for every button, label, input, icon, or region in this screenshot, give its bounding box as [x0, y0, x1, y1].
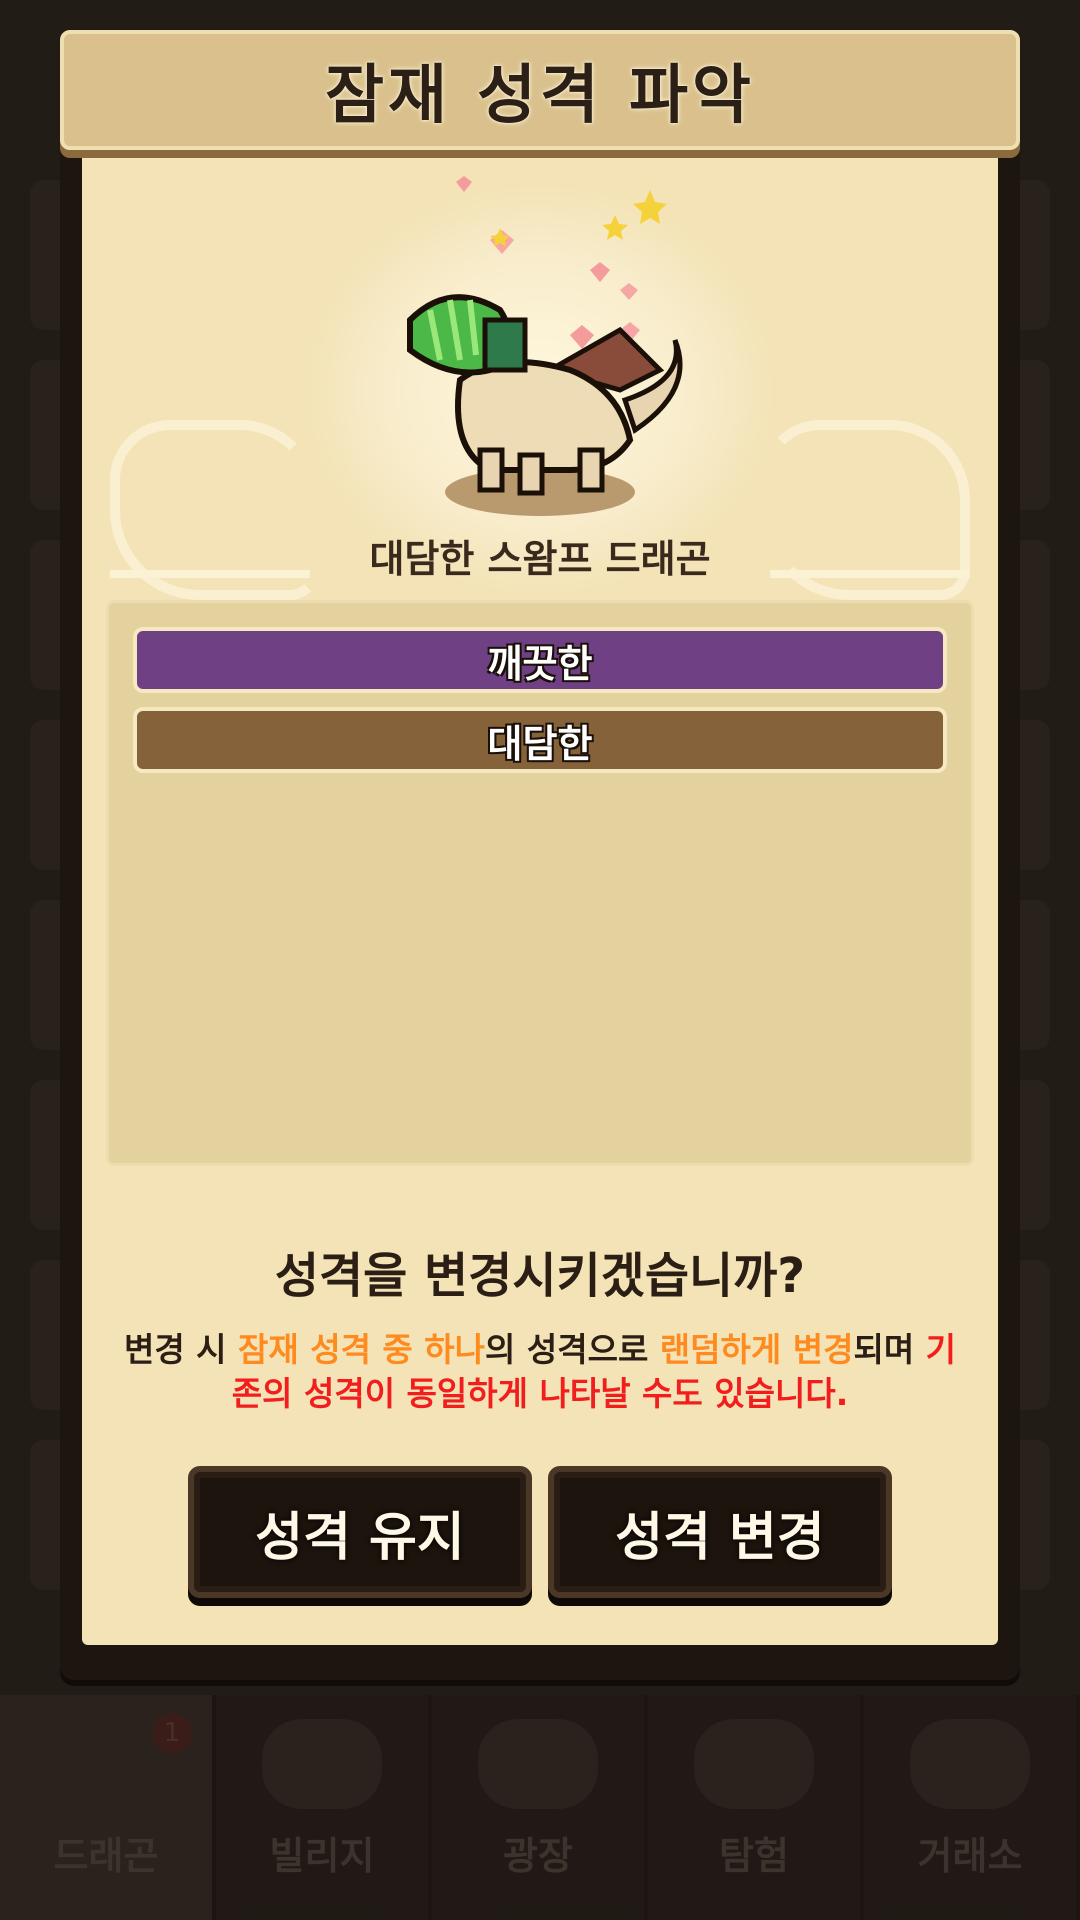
trait-item: 대담한	[133, 707, 947, 773]
dragon-sprite	[407, 176, 683, 516]
keep-trait-button[interactable]: 성격 유지	[188, 1466, 532, 1598]
change-notice: 변경 시 잠재 성격 중 하나의 성격으로 랜덤하게 변경되며 기존의 성격이 …	[120, 1328, 960, 1416]
notice-text: 되며	[853, 1330, 926, 1369]
change-trait-button[interactable]: 성격 변경	[548, 1466, 892, 1598]
notice-text: 변경 시	[123, 1330, 239, 1369]
notice-highlight: 잠재 성격 중 하나	[238, 1330, 486, 1369]
trait-list-panel: 깨끗한 대담한	[106, 600, 974, 1166]
notice-text: 의 성격으로	[485, 1330, 660, 1369]
notice-highlight: 랜덤하게 변경	[659, 1330, 854, 1369]
trait-item: 깨끗한	[133, 627, 947, 693]
dialog-title: 잠재 성격 파악	[325, 59, 755, 133]
star-icon	[490, 190, 667, 247]
dragon-name: 대담한 스왐프 드래곤	[369, 537, 711, 581]
confirm-question: 성격을 변경시키겠습니까?	[274, 1248, 806, 1304]
dialog-title-bar: 잠재 성격 파악	[60, 30, 1020, 150]
